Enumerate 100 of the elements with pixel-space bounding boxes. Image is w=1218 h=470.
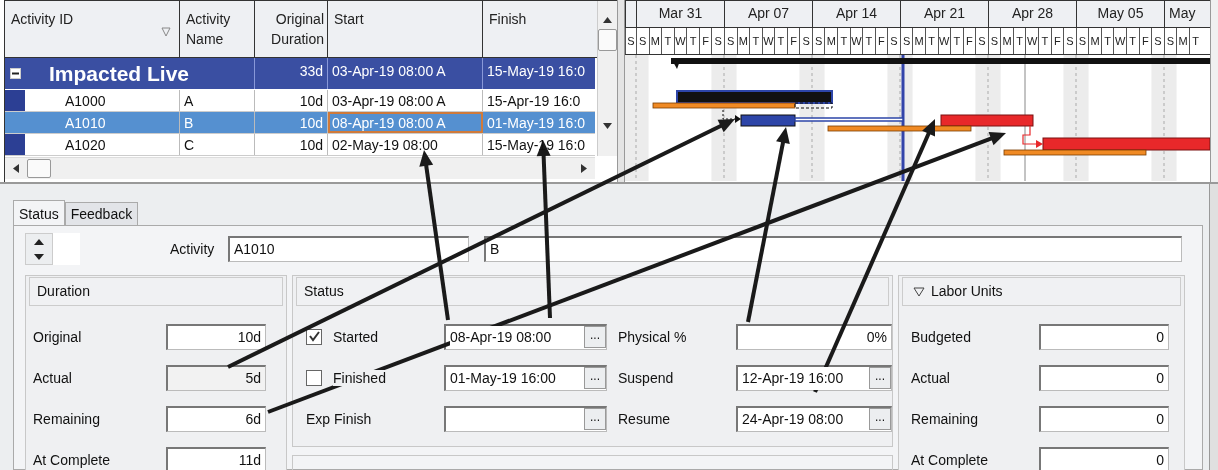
- timescale-day: F: [1050, 28, 1064, 54]
- down-arrow-icon[interactable]: [34, 253, 44, 260]
- up-arrow-icon[interactable]: [34, 238, 44, 245]
- timescale-day: S: [811, 28, 825, 54]
- timescale-day: M: [648, 28, 662, 54]
- field-label: Budgeted: [911, 328, 972, 345]
- timescale-day: M: [824, 28, 837, 54]
- scroll-up-icon[interactable]: [603, 17, 612, 23]
- activity-name-field[interactable]: B: [484, 236, 1182, 262]
- labor-units-field[interactable]: 0: [1039, 323, 1169, 350]
- duration-field: 5d: [166, 364, 266, 391]
- scroll-down-icon[interactable]: [603, 123, 612, 129]
- timescale-day: M: [1088, 28, 1101, 54]
- table-cell: B: [180, 112, 255, 133]
- duration-field[interactable]: 10d: [166, 323, 266, 350]
- field-label: Actual: [33, 369, 73, 386]
- date-field[interactable]: 08-Apr-19 08:00 ...: [444, 323, 607, 350]
- timescale-day: M: [1176, 28, 1189, 54]
- field-label: Actual: [911, 369, 951, 386]
- timescale-day: T: [862, 28, 875, 54]
- timescale-day: F: [1138, 28, 1152, 54]
- table-cell: 03-Apr-19 08:00 A: [328, 58, 483, 89]
- table-cell-text: 15-May-19 16:0: [486, 62, 587, 81]
- scroll-right-icon[interactable]: [581, 164, 587, 173]
- date-picker-button[interactable]: ...: [584, 366, 606, 389]
- tab[interactable]: Status: [13, 200, 65, 225]
- date-field[interactable]: 12-Apr-19 16:00 ...: [736, 364, 892, 391]
- checkbox-label: Started: [333, 328, 379, 345]
- timescale-day: W: [1113, 28, 1126, 54]
- checkbox-label: Finished: [333, 369, 386, 386]
- actual-bar: [740, 114, 796, 127]
- date-field[interactable]: ...: [444, 405, 607, 432]
- timescale-day: F: [698, 28, 712, 54]
- table-cell: 10d: [255, 90, 328, 111]
- date-picker-button[interactable]: ...: [869, 407, 891, 430]
- horizontal-scrollbar[interactable]: [5, 157, 595, 179]
- date-picker-button[interactable]: ...: [584, 407, 606, 430]
- section-header: Duration: [29, 277, 283, 306]
- labor-units-field[interactable]: 0: [1039, 364, 1169, 391]
- date-field[interactable]: 01-May-19 16:00 ...: [444, 364, 607, 391]
- table-row[interactable]: A1000 A 10d 03-Apr-19 08:00 A 15-Apr-19 16:0: [5, 90, 595, 112]
- table-cell: C: [180, 134, 255, 155]
- timescale-day: T: [686, 28, 699, 54]
- splitter[interactable]: [617, 0, 625, 182]
- section-header: Status: [296, 277, 889, 306]
- column-header[interactable]: Original Duration: [255, 1, 328, 57]
- table-cell: 10d: [255, 112, 328, 133]
- section-header[interactable]: Labor Units: [902, 277, 1181, 306]
- timescale-day: W: [761, 28, 775, 54]
- timescale-day: S: [975, 28, 988, 54]
- table-cell: A1010: [25, 112, 180, 133]
- timescale-day: S: [1151, 28, 1164, 54]
- timescale-week: Apr 21: [900, 1, 988, 27]
- scroll-thumb[interactable]: [27, 159, 51, 178]
- field-label: Physical %: [618, 328, 688, 345]
- labor-units-field[interactable]: 0: [1039, 405, 1169, 432]
- field-label: Resume: [618, 410, 672, 427]
- duration-field[interactable]: 6d: [166, 405, 266, 432]
- column-header[interactable]: Activity Name: [180, 1, 255, 57]
- percent-field[interactable]: 0%: [736, 323, 892, 350]
- vertical-scrollbar[interactable]: [597, 1, 617, 156]
- date-field[interactable]: 24-Apr-19 08:00 ...: [736, 405, 892, 432]
- date-picker-button[interactable]: ...: [869, 366, 891, 389]
- checkbox[interactable]: [306, 328, 322, 345]
- timescale-day: T: [1188, 28, 1202, 54]
- spinner[interactable]: [25, 233, 53, 265]
- table-cell: A1000: [25, 90, 180, 111]
- timescale-day: S: [799, 28, 812, 54]
- labor-units-field[interactable]: 0: [1039, 446, 1169, 470]
- field-label: At Complete: [33, 451, 112, 468]
- timescale-day: M: [1000, 28, 1013, 54]
- timescale-day: M: [912, 28, 925, 54]
- tab[interactable]: Feedback: [64, 202, 139, 225]
- scroll-left-icon[interactable]: [13, 164, 19, 173]
- field-label: At Complete: [911, 451, 990, 468]
- timescale-day: W: [849, 28, 863, 54]
- field-label: Remaining: [33, 410, 101, 427]
- checkbox[interactable]: [306, 369, 322, 386]
- timescale-week: May 05: [1076, 1, 1164, 27]
- activity-id-field[interactable]: A1010: [228, 236, 469, 262]
- field-label: Remaining: [911, 410, 979, 427]
- scroll-thumb[interactable]: [598, 29, 617, 51]
- field-label: Activity: [170, 241, 216, 257]
- timescale-day: S: [1075, 28, 1089, 54]
- timescale-day: S: [899, 28, 913, 54]
- timescale-day: S: [711, 28, 724, 54]
- column-header[interactable]: Finish: [483, 1, 595, 57]
- duration-field[interactable]: 11d: [166, 446, 266, 470]
- column-header[interactable]: Activity ID: [5, 1, 180, 57]
- timescale-day: S: [1163, 28, 1177, 54]
- table-cell: 10d: [255, 134, 328, 155]
- column-header[interactable]: Start: [328, 1, 483, 57]
- field-label: Suspend: [618, 369, 675, 386]
- timescale-day: T: [924, 28, 938, 54]
- date-picker-button[interactable]: ...: [584, 325, 606, 348]
- blank-panel: [53, 233, 80, 265]
- table-cell-text: 15-Apr-19 16:0: [486, 92, 582, 111]
- collapse-icon[interactable]: [913, 286, 925, 297]
- timescale-week: Apr 07: [724, 1, 812, 27]
- timescale-day: T: [837, 28, 850, 54]
